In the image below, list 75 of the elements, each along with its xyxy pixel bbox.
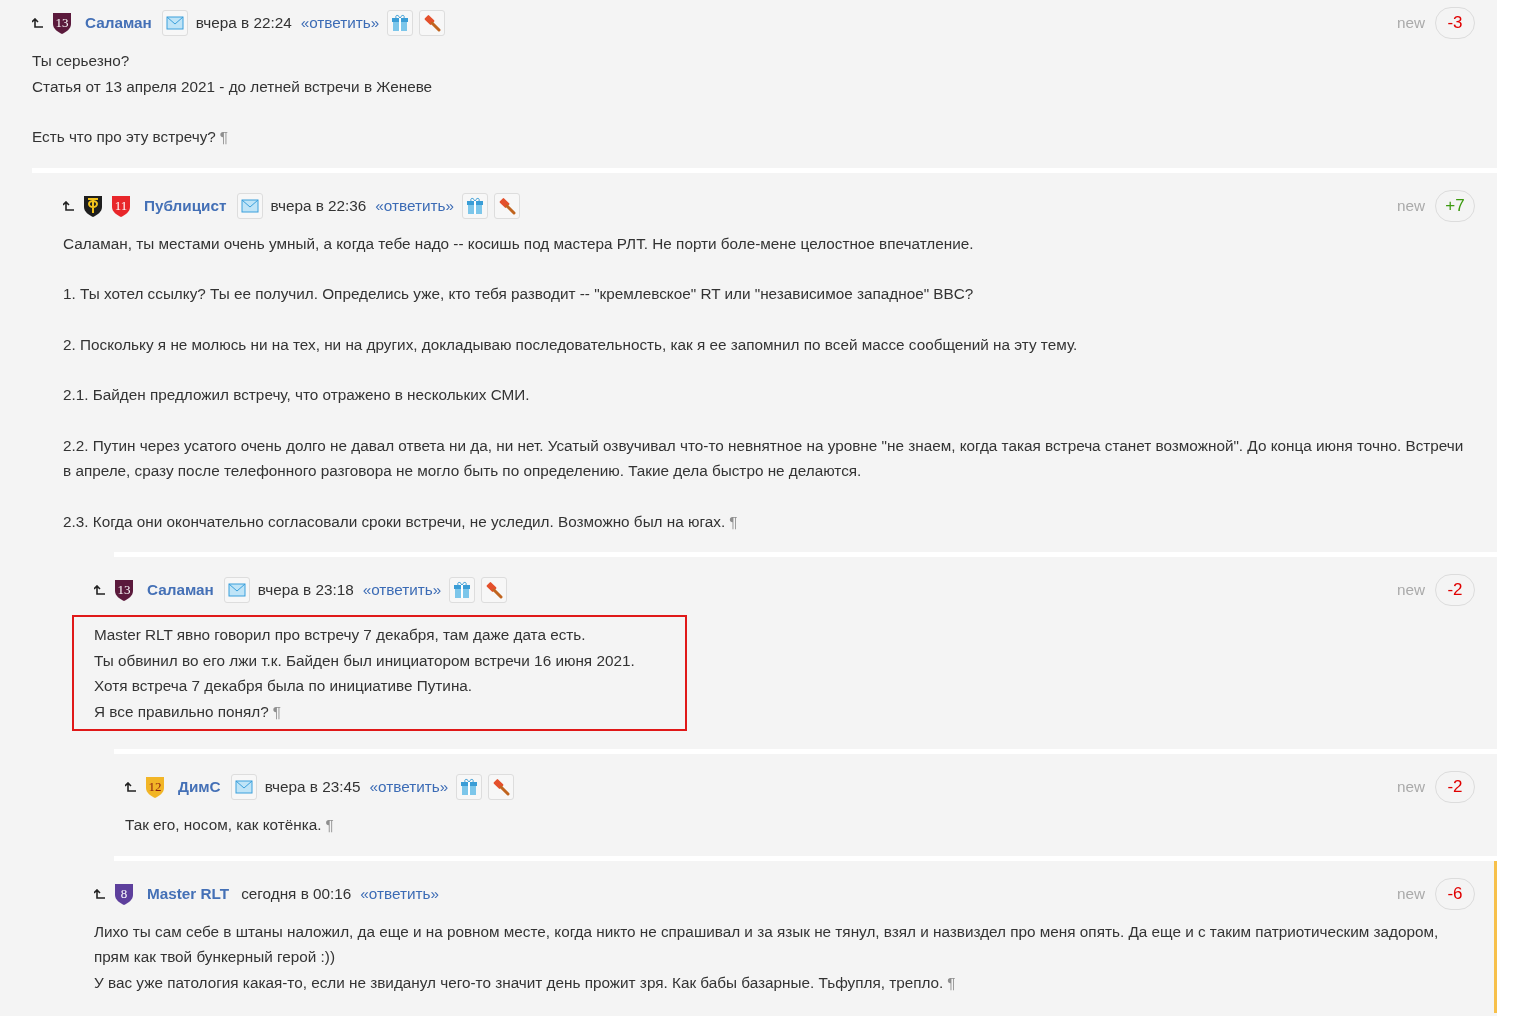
new-label: new [1396,196,1425,215]
pilcrow-mark: ¶ [325,816,334,833]
comment-text: 2.1. Байден предложил встречу, что отражено в нескольких СМИ. [63,386,530,403]
envelope-icon [240,198,259,213]
rank-badge: 13 [51,11,73,35]
rank-badge: 13 [113,578,135,602]
gavel-button[interactable] [488,774,515,800]
comment-date: вчера в 22:36 [270,196,367,215]
new-label: new [1396,778,1425,796]
comment-text: Статья от 13 апреля 2021 - до летней встречи в Женеве [32,77,433,95]
comment-text: 1. Ты хотел ссылку? Ты ее получил. Определись уже, кто тебя разводит -- "кремлевское" RT или "независимое западное" BBC? [63,285,974,302]
gift-button[interactable] [462,192,489,219]
comment-date: вчера в 23:45 [264,778,361,796]
comment-text: 2. Поскольку я не молюсь ни на тех, ни на других, докладываю последовательность, как я ее запомнил по всей массе сообщений на эту тему. [63,335,1078,353]
reply-arrow-icon[interactable] [32,18,43,28]
rank-badge: 8 [113,881,135,906]
comment-text: Есть что про эту встречу? [32,128,216,145]
rank-badge: 11 [110,193,132,218]
message-button[interactable] [230,774,257,800]
author-link[interactable]: Master RLT [147,884,230,903]
pilcrow-mark: ¶ [729,512,738,530]
pilcrow-mark: ¶ [219,128,229,145]
comment-date: сегодня в 00:16 [241,884,352,903]
message-button[interactable] [223,577,250,603]
comment-text: 2.2. Путин через усатого очень долго не давал ответа ни да, ни нет. Усатый озвучивал что-то невнятное на уровне "не знаем, когда такая встреча станет возможной". До конца июня точно. Встречи в апреле, сразу после телефонного разговора не могло быть по определению. Такие дела быстро не делаются. [63,436,1464,479]
new-label: new [1396,14,1425,32]
reply-link[interactable]: «ответить» [300,14,380,32]
gavel-button[interactable] [419,10,446,36]
comment-date: вчера в 23:18 [257,581,354,599]
envelope-icon [227,583,246,597]
comment-text: Ты серьезно? [32,52,130,69]
gavel-button[interactable] [494,192,521,219]
reply-arrow-icon[interactable] [94,585,105,595]
new-label: new [1396,581,1425,599]
comment-text: 2.3. Когда они окончательно согласовали сроки встречи, не уследил. Возможно был на югах. [63,512,726,530]
gavel-icon [423,14,442,32]
gift-button[interactable] [387,10,414,36]
comment-text: Ты обвинил во его лжи т.к. Байден был инициатором встречи 16 июня 2021. [94,651,635,669]
pilcrow-mark: ¶ [947,973,956,991]
comment-text: Так его, носом, как котёнка. [125,816,322,833]
reply-arrow-icon[interactable] [125,782,136,792]
gavel-icon [498,196,517,215]
comment-text: Саламан, ты местами очень умный, а когда тебе надо -- косишь под мастера РЛТ. Не порти боле-мене целостное впечатление. [63,234,974,252]
message-button[interactable] [236,192,263,219]
reply-link[interactable]: «ответить» [369,778,449,796]
message-button[interactable] [161,10,188,36]
gavel-icon [485,581,504,599]
gift-button[interactable] [449,577,476,603]
comment-text: Лихо ты сам себе в штаны наложил, да еще и на ровном месте, когда никто не спрашивал и за язык не тянул, взял и назвиздел про меня опять. Да еще и с таким патриотическим задором, прям как твой бункерный герой :)) [94,922,1439,965]
pilcrow-mark: ¶ [272,702,281,720]
gavel-icon [492,778,511,796]
comment-date: вчера в 22:24 [195,14,292,32]
gift-icon [466,196,485,215]
gift-icon [453,581,472,599]
author-link[interactable]: ДимС [178,778,221,796]
reply-arrow-icon[interactable] [94,888,105,899]
rank-badge: 12 [144,775,166,799]
envelope-icon [165,16,184,30]
reply-link[interactable]: «ответить» [360,884,439,903]
author-link[interactable]: Публицист [144,196,227,215]
comment-text: У вас уже патология какая-то, если не звиданул чего-то значит день прожит зря. Как бабы базарные. Тьфупля, трепло. [94,973,944,991]
comment-text: Master RLT явно говорил про встречу 7 декабря, там даже дата есть. [94,626,586,643]
comment-text: Я все правильно понял? [94,702,269,720]
comment-text: Хотя встреча 7 декабря была по инициативе Путина. [94,677,473,694]
reply-arrow-icon[interactable] [63,200,74,211]
envelope-icon [234,780,253,794]
author-link[interactable]: Саламан [147,581,214,599]
reply-link[interactable]: «ответить» [362,581,442,599]
gift-icon [391,14,410,32]
reply-link[interactable]: «ответить» [375,196,455,215]
author-link[interactable]: Саламан [85,14,152,32]
gift-button[interactable] [456,774,483,800]
new-label: new [1396,884,1425,903]
gavel-button[interactable] [481,577,508,603]
gift-icon [460,778,479,796]
